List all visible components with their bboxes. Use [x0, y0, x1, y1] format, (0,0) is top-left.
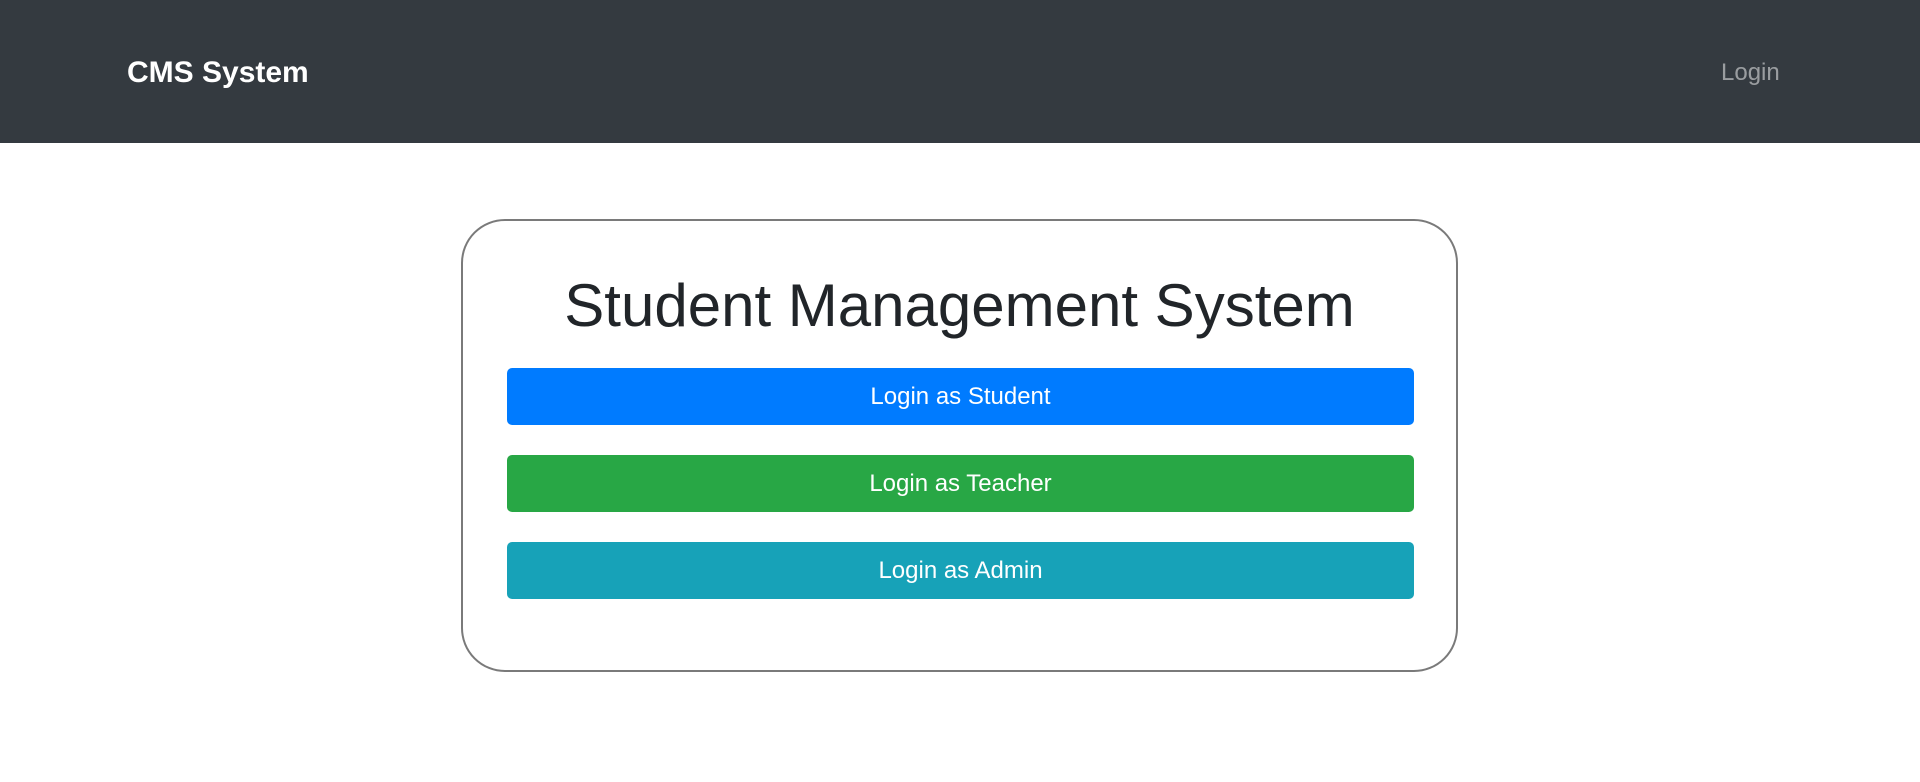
nav-login-link[interactable]: Login — [1721, 56, 1780, 90]
login-as-admin-button[interactable]: Login as Admin — [507, 542, 1414, 599]
login-card: Student Management System Login as Stude… — [461, 219, 1458, 672]
navbar: CMS System Login — [0, 0, 1920, 143]
navbar-brand[interactable]: CMS System — [127, 53, 309, 93]
login-as-student-button[interactable]: Login as Student — [507, 368, 1414, 425]
page-title: Student Management System — [564, 272, 1355, 339]
login-as-teacher-button[interactable]: Login as Teacher — [507, 455, 1414, 512]
